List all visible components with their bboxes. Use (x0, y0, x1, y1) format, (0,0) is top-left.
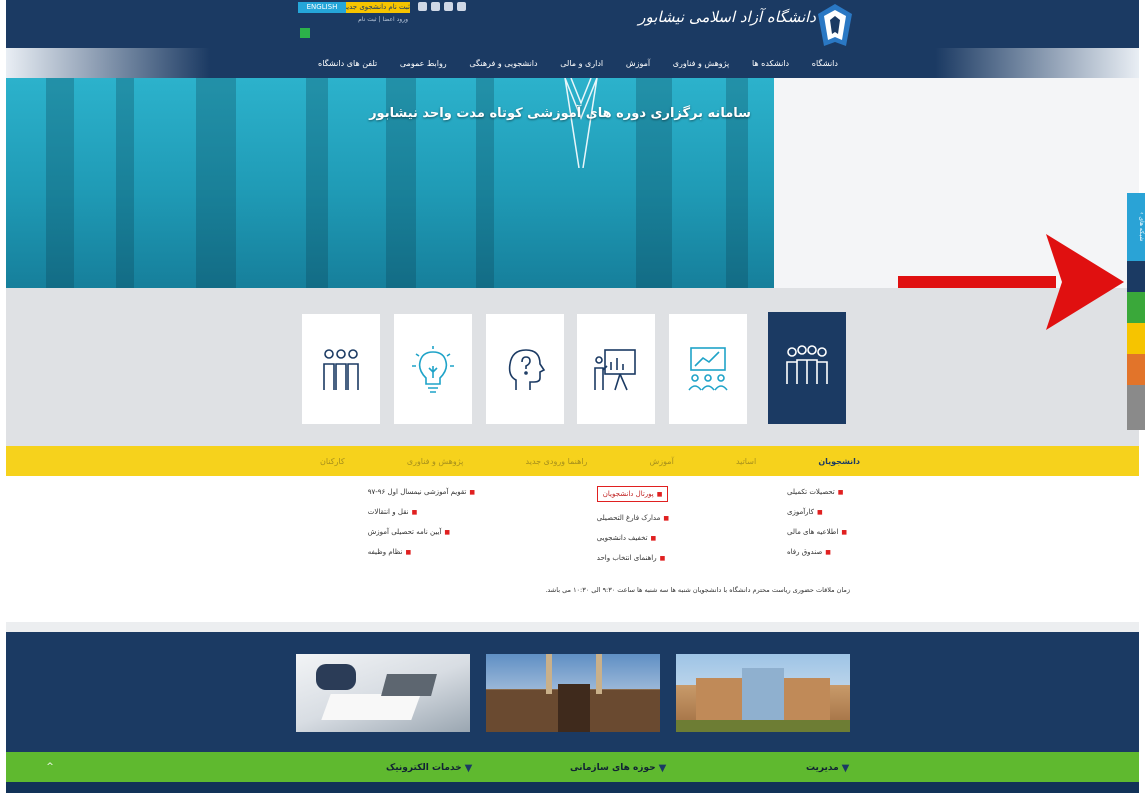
link-academic-calendar[interactable]: تقویم آموزشی نیمسال اول ۹۶-۹۷ (368, 488, 475, 496)
university-emblem-icon: ▼ (464, 762, 473, 774)
tile-presentation[interactable] (577, 314, 655, 424)
user-icon[interactable] (444, 2, 453, 11)
link-military-service[interactable]: نظام وظیفه (368, 548, 411, 556)
tab-education[interactable]: آموزش (650, 457, 674, 466)
link-internship[interactable]: کارآموزی (787, 508, 823, 516)
footer-management[interactable]: ▼ مدیریت (806, 760, 849, 776)
footer-organizational[interactable]: ▼ حوزه های سازمانی (570, 760, 666, 776)
link-education-regulations[interactable]: آیین نامه تحصیلی آموزش (368, 528, 450, 536)
tab-staff[interactable]: کارکنان (320, 457, 345, 466)
nav-item-faculties[interactable]: دانشکده ها (752, 59, 789, 68)
university-emblem-icon[interactable] (816, 2, 854, 48)
social-sidebar-toggle[interactable]: ‹ شبکه های (1127, 193, 1145, 261)
tab-professors[interactable]: اساتید (736, 457, 756, 466)
links-column-middle: پورتال دانشجویان مدارک فارغ التحصیلی تخف… (596, 486, 669, 562)
link-student-portal[interactable]: پورتال دانشجویان (596, 486, 669, 502)
team-icon (323, 349, 359, 390)
office-desk-photo[interactable] (296, 654, 470, 732)
english-language-button[interactable]: ENGLISH (298, 2, 346, 13)
link-graduate-studies[interactable]: تحصیلات تکمیلی (787, 488, 843, 496)
link-financial-notices[interactable]: اطلاعیه های مالی (787, 528, 847, 536)
main-nav-menu: دانشگاه دانشکده ها پژوهش و فناوری آموزش … (318, 48, 838, 78)
nav-item-administration[interactable]: اداری و مالی (560, 59, 603, 68)
tile-team[interactable] (302, 314, 380, 424)
status-square-icon[interactable] (300, 28, 310, 38)
section-divider (6, 622, 1139, 632)
bottom-strip (6, 782, 1139, 793)
nav-item-public-relations[interactable]: روابط عمومی (400, 59, 447, 68)
nav-item-student-culture[interactable]: دانشجویی و فرهنگی (469, 59, 537, 68)
mail-icon[interactable] (418, 2, 427, 11)
header-icon-bar (418, 2, 474, 14)
university-emblem-icon: ▼ (841, 762, 850, 774)
link-course-selection-guide[interactable]: راهنمای انتخاب واحد (597, 554, 665, 562)
red-arrow-annotation (898, 234, 1124, 330)
new-student-register-button[interactable]: ثبت نام دانشجوی جدید (346, 2, 410, 13)
visiting-hours-note: زمان ملاقات حضوری ریاست محترم دانشگاه با… (545, 586, 850, 594)
link-welfare-fund[interactable]: صندوق رفاه (787, 548, 831, 556)
tab-new-entrant-guide[interactable]: راهنما ورودی جدید (526, 457, 588, 466)
nav-item-university[interactable]: دانشگاه (812, 59, 838, 68)
at-icon[interactable] (1127, 323, 1145, 354)
telegram-icon[interactable] (1127, 261, 1145, 292)
audience-tabs: دانشجویان اساتید آموزش راهنما ورودی جدید… (320, 446, 860, 476)
student-links-panel (6, 476, 1139, 622)
tile-students[interactable] (768, 312, 846, 424)
person-icon[interactable] (1127, 292, 1145, 323)
tab-students[interactable]: دانشجویان (818, 457, 860, 466)
university-logo-text[interactable]: دانشگاه آزاد اسلامی نیشابور (638, 8, 816, 38)
share-icon[interactable] (1127, 354, 1145, 385)
footer-management-label: مدیریت (806, 763, 839, 773)
nav-item-phones[interactable]: تلفن های دانشگاه (318, 59, 377, 68)
presentation-icon (594, 349, 636, 391)
mosque-photo[interactable] (486, 654, 660, 732)
link-graduation-documents[interactable]: مدارک فارغ التحصیلی (597, 514, 669, 522)
university-emblem-icon: ▼ (658, 762, 667, 774)
footer-e-services-label: خدمات الکترونیک (386, 763, 462, 773)
university-building-photo[interactable] (676, 654, 850, 732)
site-header (6, 0, 1139, 48)
link-student-discount[interactable]: تخفیف دانشجویی (597, 534, 656, 542)
links-column-right: تحصیلات تکمیلی کارآموزی اطلاعیه های مالی… (787, 488, 847, 556)
tile-questions[interactable] (486, 314, 564, 424)
tab-research[interactable]: پژوهش و فناوری (407, 457, 464, 466)
nav-item-education[interactable]: آموزش (626, 59, 650, 68)
lightbulb-icon (412, 346, 454, 393)
home-icon[interactable] (431, 2, 440, 11)
tile-growth-chart[interactable] (669, 314, 747, 424)
tile-ideas[interactable] (394, 314, 472, 424)
link-transfers[interactable]: نقل و انتقالات (368, 508, 418, 516)
scroll-to-top-button[interactable]: ^ (42, 762, 58, 776)
head-question-icon (508, 349, 546, 390)
rss-icon[interactable] (1127, 385, 1145, 430)
member-login-link[interactable]: ورود اعضا | ثبت نام (316, 16, 408, 26)
hero-title: سامانه برگزاری دوره های آموزشی کوتاه مدت… (369, 106, 751, 121)
nav-item-research[interactable]: پژوهش و فناوری (673, 59, 730, 68)
links-column-left: تقویم آموزشی نیمسال اول ۹۶-۹۷ نقل و انتق… (368, 488, 475, 556)
group-icon (786, 345, 828, 384)
chart-group-icon (688, 347, 728, 391)
footer-e-services[interactable]: ▼ خدمات الکترونیک (386, 760, 472, 776)
sitemap-icon[interactable] (457, 2, 466, 11)
footer-organizational-label: حوزه های سازمانی (570, 763, 656, 773)
